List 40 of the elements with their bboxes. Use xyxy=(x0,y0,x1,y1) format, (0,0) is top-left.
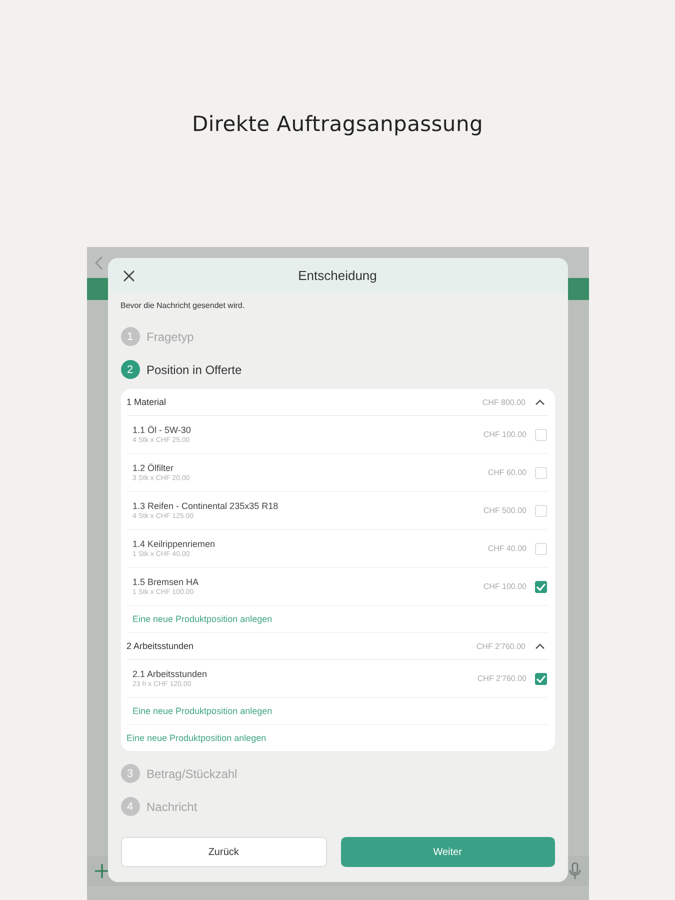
plus-icon[interactable] xyxy=(94,864,108,878)
group-title: 1 Material xyxy=(126,397,168,407)
item-price: CHF 100.00 xyxy=(483,582,526,591)
item-name: 2.1 Arbeitsstunden xyxy=(132,669,208,679)
next-button[interactable]: Weiter xyxy=(340,837,554,867)
back-chevron-icon xyxy=(94,256,102,270)
item-price: CHF 40.00 xyxy=(488,544,526,553)
item-name: 1.2 Ölfilter xyxy=(132,463,175,473)
item-name: 1.1 Öl - 5W-30 xyxy=(132,425,192,435)
step-label[interactable]: Nachricht xyxy=(146,800,198,814)
close-icon[interactable] xyxy=(122,270,134,282)
item-name: 1.3 Reifen - Continental 235x35 R18 xyxy=(132,501,280,511)
item-name: 1.5 Bremsen HA xyxy=(132,577,200,587)
group-total: CHF 2'760.00 xyxy=(476,642,526,650)
dialog-title: Entscheidung xyxy=(298,268,377,283)
checkbox[interactable] xyxy=(534,580,546,592)
step-number: 2 xyxy=(120,360,140,379)
chevron-icon[interactable] xyxy=(534,399,544,405)
add-position-link[interactable]: Eine neue Produktposition anlegen xyxy=(132,706,272,716)
step-label[interactable]: Fragetyp xyxy=(146,330,194,344)
back-button[interactable]: Zurück xyxy=(120,837,327,867)
step-label[interactable]: Betrag/Stückzahl xyxy=(146,766,238,780)
microphone-icon[interactable] xyxy=(568,862,580,880)
add-position-link[interactable]: Eine neue Produktposition anlegen xyxy=(126,733,266,743)
step-label[interactable]: Position in Offerte xyxy=(146,362,242,376)
headline: Direkte Auftragsanpassung xyxy=(192,112,483,138)
step-number: 3 xyxy=(120,764,140,783)
add-position-link[interactable]: Eine neue Produktposition anlegen xyxy=(132,614,272,624)
item-name: 1.4 Keilrippenriemen xyxy=(132,539,216,549)
group-title: 2 Arbeitsstunden xyxy=(126,641,195,651)
item-price: CHF 60.00 xyxy=(488,468,526,477)
dialog-subtitle: Bevor die Nachricht gesendet wird. xyxy=(120,301,246,310)
step-number: 4 xyxy=(120,797,140,816)
chevron-icon[interactable] xyxy=(534,643,544,649)
item-price: CHF 2'760.00 xyxy=(477,674,526,683)
item-price: CHF 100.00 xyxy=(483,430,526,439)
step-number: 1 xyxy=(120,327,140,346)
checkbox[interactable] xyxy=(534,672,546,684)
group-total: CHF 800.00 xyxy=(482,398,526,406)
item-price: CHF 500.00 xyxy=(483,506,526,515)
